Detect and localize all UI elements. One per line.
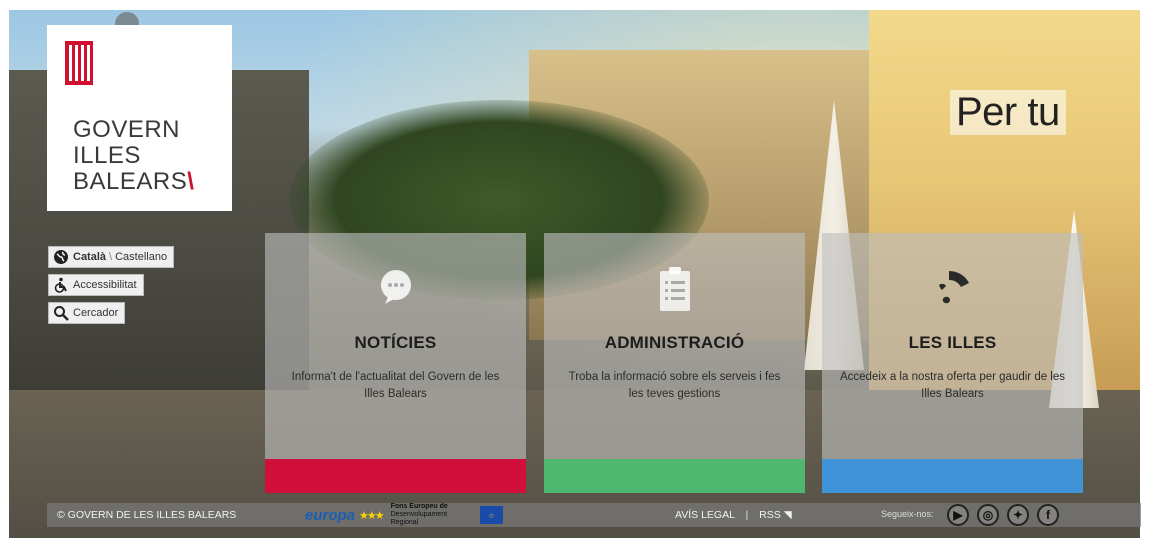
card-description: Informa't de l'actualitat del Govern de … — [291, 371, 500, 400]
eu-flag-icon: ○ — [479, 506, 503, 524]
language-catala[interactable]: Català — [73, 251, 106, 263]
card-description: Troba la informació sobre els serveis i … — [568, 371, 781, 400]
logo-line-1: GOVERN — [73, 116, 181, 143]
card-color-bar — [544, 459, 805, 493]
footer-copyright: © GOVERN DE LES ILLES BALEARS — [57, 509, 237, 521]
legal-notice-link[interactable]: AVÍS LEGAL — [675, 509, 735, 521]
card-title: LES ILLES — [908, 333, 997, 352]
chat-bubble-icon — [380, 270, 411, 304]
language-separator: \ — [109, 251, 113, 263]
logo-line-2: ILLES — [73, 142, 141, 169]
logo-slash: \ — [187, 168, 195, 195]
language-selector[interactable]: Català \ Castellano — [48, 246, 175, 268]
search-button[interactable]: Cercador — [48, 302, 126, 324]
eu-fund-label: Fons Europeu de Desenvolupament Regional — [390, 503, 448, 526]
globe-icon — [54, 250, 68, 264]
rss-icon: ◥ — [783, 509, 792, 521]
card-description: Accedeix a la nostra oferta per gaudir d… — [839, 371, 1066, 400]
footer: © GOVERN DE LES ILLES BALEARS europa ★★★… — [47, 503, 1141, 527]
twitter-icon[interactable]: ✦ — [1007, 504, 1029, 526]
wheelchair-icon — [54, 277, 67, 293]
card-noticies[interactable]: NOTÍCIES Informa't de l'actualitat del G… — [265, 233, 526, 493]
search-icon — [54, 306, 69, 321]
logo-wordmark: GOVERN ILLES BALEARS\ — [73, 117, 194, 195]
facebook-icon[interactable]: f — [1037, 504, 1059, 526]
footer-link-separator: | — [745, 509, 749, 521]
card-les-illes[interactable]: LES ILLES Accedeix a la nostra oferta pe… — [822, 233, 1083, 493]
accessibility-button[interactable]: Accessibilitat — [48, 274, 144, 296]
card-color-bar — [265, 459, 526, 493]
eu-funding-logo: europa ★★★ Fons Europeu de Desenvolupamen… — [305, 503, 503, 526]
rss-link[interactable]: RSS ◥ — [759, 509, 792, 521]
eu-wordmark: europa — [305, 506, 356, 524]
follow-us-label: Segueix-nos: — [881, 509, 934, 519]
accessibility-label: Accessibilitat — [73, 279, 137, 291]
footer-links: AVÍS LEGAL | RSS ◥ — [675, 509, 792, 521]
card-administracio[interactable]: ADMINISTRACIÓ Troba la informació sobre … — [544, 233, 805, 493]
document-list-icon — [659, 267, 690, 311]
card-title: ADMINISTRACIÓ — [604, 333, 745, 352]
coat-of-arms-icon — [65, 41, 93, 85]
logo-line-3: BALEARS\ — [73, 168, 195, 195]
search-label: Cercador — [73, 307, 119, 319]
card-title: NOTÍCIES — [354, 333, 437, 352]
language-castellano[interactable]: Castellano — [115, 251, 167, 263]
instagram-icon[interactable]: ◎ — [977, 504, 999, 526]
card-color-bar — [822, 459, 1083, 493]
islands-icon — [938, 271, 969, 304]
hero-tagline: Per tu — [950, 90, 1066, 135]
govern-logo[interactable]: GOVERN ILLES BALEARS\ — [47, 25, 232, 211]
youtube-icon[interactable]: ▶ — [947, 504, 969, 526]
eu-stars-icon: ★★★ — [359, 509, 385, 522]
background-lamp — [115, 12, 139, 26]
